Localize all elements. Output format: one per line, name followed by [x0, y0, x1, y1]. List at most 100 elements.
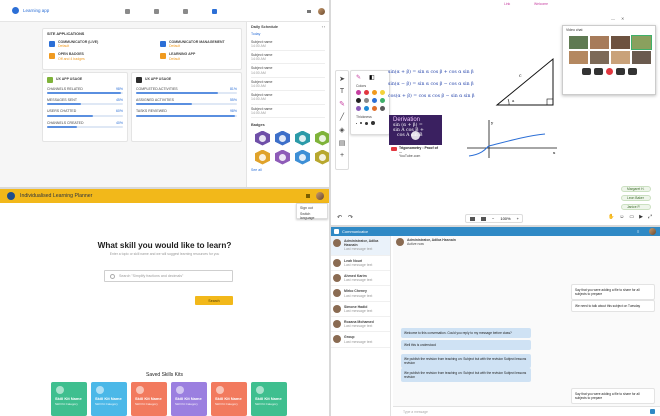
color-swatch[interactable]	[372, 90, 377, 96]
schedule-item[interactable]: Subject name 14:00 AM	[251, 78, 325, 92]
schedule-item[interactable]: Subject name 14:00 AM	[251, 51, 325, 65]
skill-kit-card[interactable]: Skill Kit Name Skill Kit Category	[171, 382, 207, 416]
app-item[interactable]: LEARNING APP Default	[160, 52, 235, 61]
schedule-item[interactable]: Subject name 14:00 AM	[251, 64, 325, 78]
file-icon[interactable]: ▤	[339, 139, 346, 147]
contact-item[interactable]: Group Last message text	[331, 332, 390, 348]
skill-kit-card[interactable]: Skill Kit Name Skill Kit Category	[251, 382, 287, 416]
message-input[interactable]: Type a message	[393, 406, 660, 416]
menu-icon[interactable]	[306, 194, 310, 198]
participant-video[interactable]	[611, 51, 630, 65]
thickness-1[interactable]	[356, 122, 357, 124]
schedule-nav-arrows[interactable]: ‹ ›	[322, 25, 325, 30]
zoom-in-icon[interactable]: +	[517, 216, 519, 221]
close-icon[interactable]: ✕	[621, 16, 624, 21]
fit-icon[interactable]	[481, 216, 486, 221]
participant-tag[interactable]: Leon Baker	[621, 195, 651, 201]
play-icon[interactable]	[411, 131, 420, 140]
skill-search-input[interactable]: Search "Simplify fractions and decimals"	[104, 270, 233, 282]
contact-item[interactable]: Leah Nouri Last message text	[331, 256, 390, 271]
fullscreen-icon[interactable]: ⤢	[648, 214, 652, 220]
skill-kit-card[interactable]: Skill Kit Name Skill Kit Category	[51, 382, 87, 416]
schedule-item[interactable]: Subject name 14:00 AM	[251, 91, 325, 105]
video-icon[interactable]: ▶	[639, 214, 643, 220]
color-swatch[interactable]	[380, 90, 385, 96]
thickness-2[interactable]	[360, 122, 362, 125]
hand-icon[interactable]: ✋	[608, 214, 614, 220]
see-all-link[interactable]: See all	[251, 168, 325, 172]
pen-icon[interactable]: ✎	[339, 100, 345, 108]
redo-icon[interactable]: ↷	[348, 214, 353, 221]
screen-share-icon[interactable]	[615, 68, 625, 76]
color-swatch[interactable]	[364, 106, 369, 112]
participant-video[interactable]	[611, 36, 630, 50]
contact-item[interactable]: Ahmed Karim Last message text	[331, 271, 390, 287]
zoom-out-icon[interactable]: −	[492, 216, 494, 221]
badge-icon[interactable]	[295, 149, 310, 165]
app-item[interactable]: COMMUNICATOR (LIVE) Default	[49, 40, 124, 48]
skill-kit-card[interactable]: Skill Kit Name Skill Kit Category	[211, 382, 247, 416]
calendar-icon[interactable]	[183, 9, 188, 14]
badge-icon[interactable]	[295, 130, 310, 146]
home-icon[interactable]	[125, 9, 130, 14]
minimize-icon[interactable]: —	[611, 16, 615, 21]
menu-item-sign-out[interactable]: Sign out	[300, 206, 324, 210]
user-avatar[interactable]	[649, 228, 656, 235]
thickness-3[interactable]	[365, 121, 368, 125]
participant-tag[interactable]: Janice P.	[621, 204, 651, 210]
color-swatch[interactable]	[372, 98, 377, 104]
badge-icon[interactable]	[315, 149, 329, 165]
color-swatch[interactable]	[356, 106, 361, 112]
end-call-icon[interactable]	[605, 68, 613, 76]
badge-icon[interactable]	[315, 130, 329, 146]
color-swatch[interactable]	[364, 90, 369, 96]
app-item[interactable]: COMMUNICATOR MANAGEMENT Default	[160, 40, 235, 48]
text-icon[interactable]: T	[340, 88, 344, 95]
badge-icon[interactable]	[275, 130, 290, 146]
badge-icon[interactable]	[255, 130, 270, 146]
slides-icon[interactable]	[470, 216, 475, 221]
line-icon[interactable]: ╱	[340, 113, 344, 121]
contact-item[interactable]: Simone Hadid Last message text	[331, 302, 390, 318]
undo-icon[interactable]: ↶	[337, 214, 342, 221]
badge-icon[interactable]	[275, 149, 290, 165]
participant-video[interactable]	[632, 51, 651, 65]
schedule-item[interactable]: Subject name 14:00 AM	[251, 105, 325, 118]
top-link[interactable]: Link	[504, 2, 510, 6]
badge-icon[interactable]	[255, 149, 270, 165]
participant-video[interactable]	[590, 36, 609, 50]
color-swatch[interactable]	[356, 98, 361, 104]
top-welcome[interactable]: Welcome	[534, 2, 548, 6]
people-icon[interactable]: ☺	[619, 214, 624, 220]
eraser-icon[interactable]: ◧	[369, 74, 375, 81]
brush-icon[interactable]: ✎	[356, 74, 361, 81]
search-button[interactable]: Search	[195, 296, 233, 305]
color-swatch[interactable]	[380, 106, 385, 112]
participant-video[interactable]	[569, 51, 588, 65]
thickness-4[interactable]	[371, 121, 375, 126]
participant-video[interactable]	[631, 35, 652, 51]
participant-video[interactable]	[569, 36, 588, 50]
contact-item[interactable]: Rozana Mohamed Last message text	[331, 317, 390, 333]
user-avatar[interactable]	[316, 192, 324, 200]
notification-icon[interactable]	[307, 10, 311, 13]
participant-tag[interactable]: Margaret H.	[621, 186, 651, 192]
skill-kit-card[interactable]: Skill Kit Name Skill Kit Category	[131, 382, 167, 416]
courses-icon[interactable]	[154, 9, 159, 14]
color-swatch[interactable]	[364, 98, 369, 104]
chat-icon[interactable]: ▭	[629, 214, 634, 220]
menu-icon[interactable]: ≡	[637, 229, 639, 234]
contact-item[interactable]: Mirko Cheney Last message text	[331, 286, 390, 302]
shapes-icon[interactable]: ◈	[339, 126, 344, 134]
video-chat-window[interactable]: Video chat	[562, 25, 656, 95]
more-icon[interactable]	[627, 68, 637, 76]
mic-icon[interactable]	[593, 68, 603, 76]
messages-icon[interactable]	[212, 9, 217, 14]
schedule-item[interactable]: Subject name 14:00 AM	[251, 38, 325, 52]
camera-icon[interactable]	[581, 68, 591, 76]
send-icon[interactable]	[650, 409, 655, 414]
skill-kit-card[interactable]: Skill Kit Name Skill Kit Category	[91, 382, 127, 416]
user-avatar[interactable]	[318, 8, 325, 15]
contact-item[interactable]: Administrator, Adiba Hasnain Last message…	[331, 236, 390, 256]
color-swatch[interactable]	[356, 90, 361, 96]
